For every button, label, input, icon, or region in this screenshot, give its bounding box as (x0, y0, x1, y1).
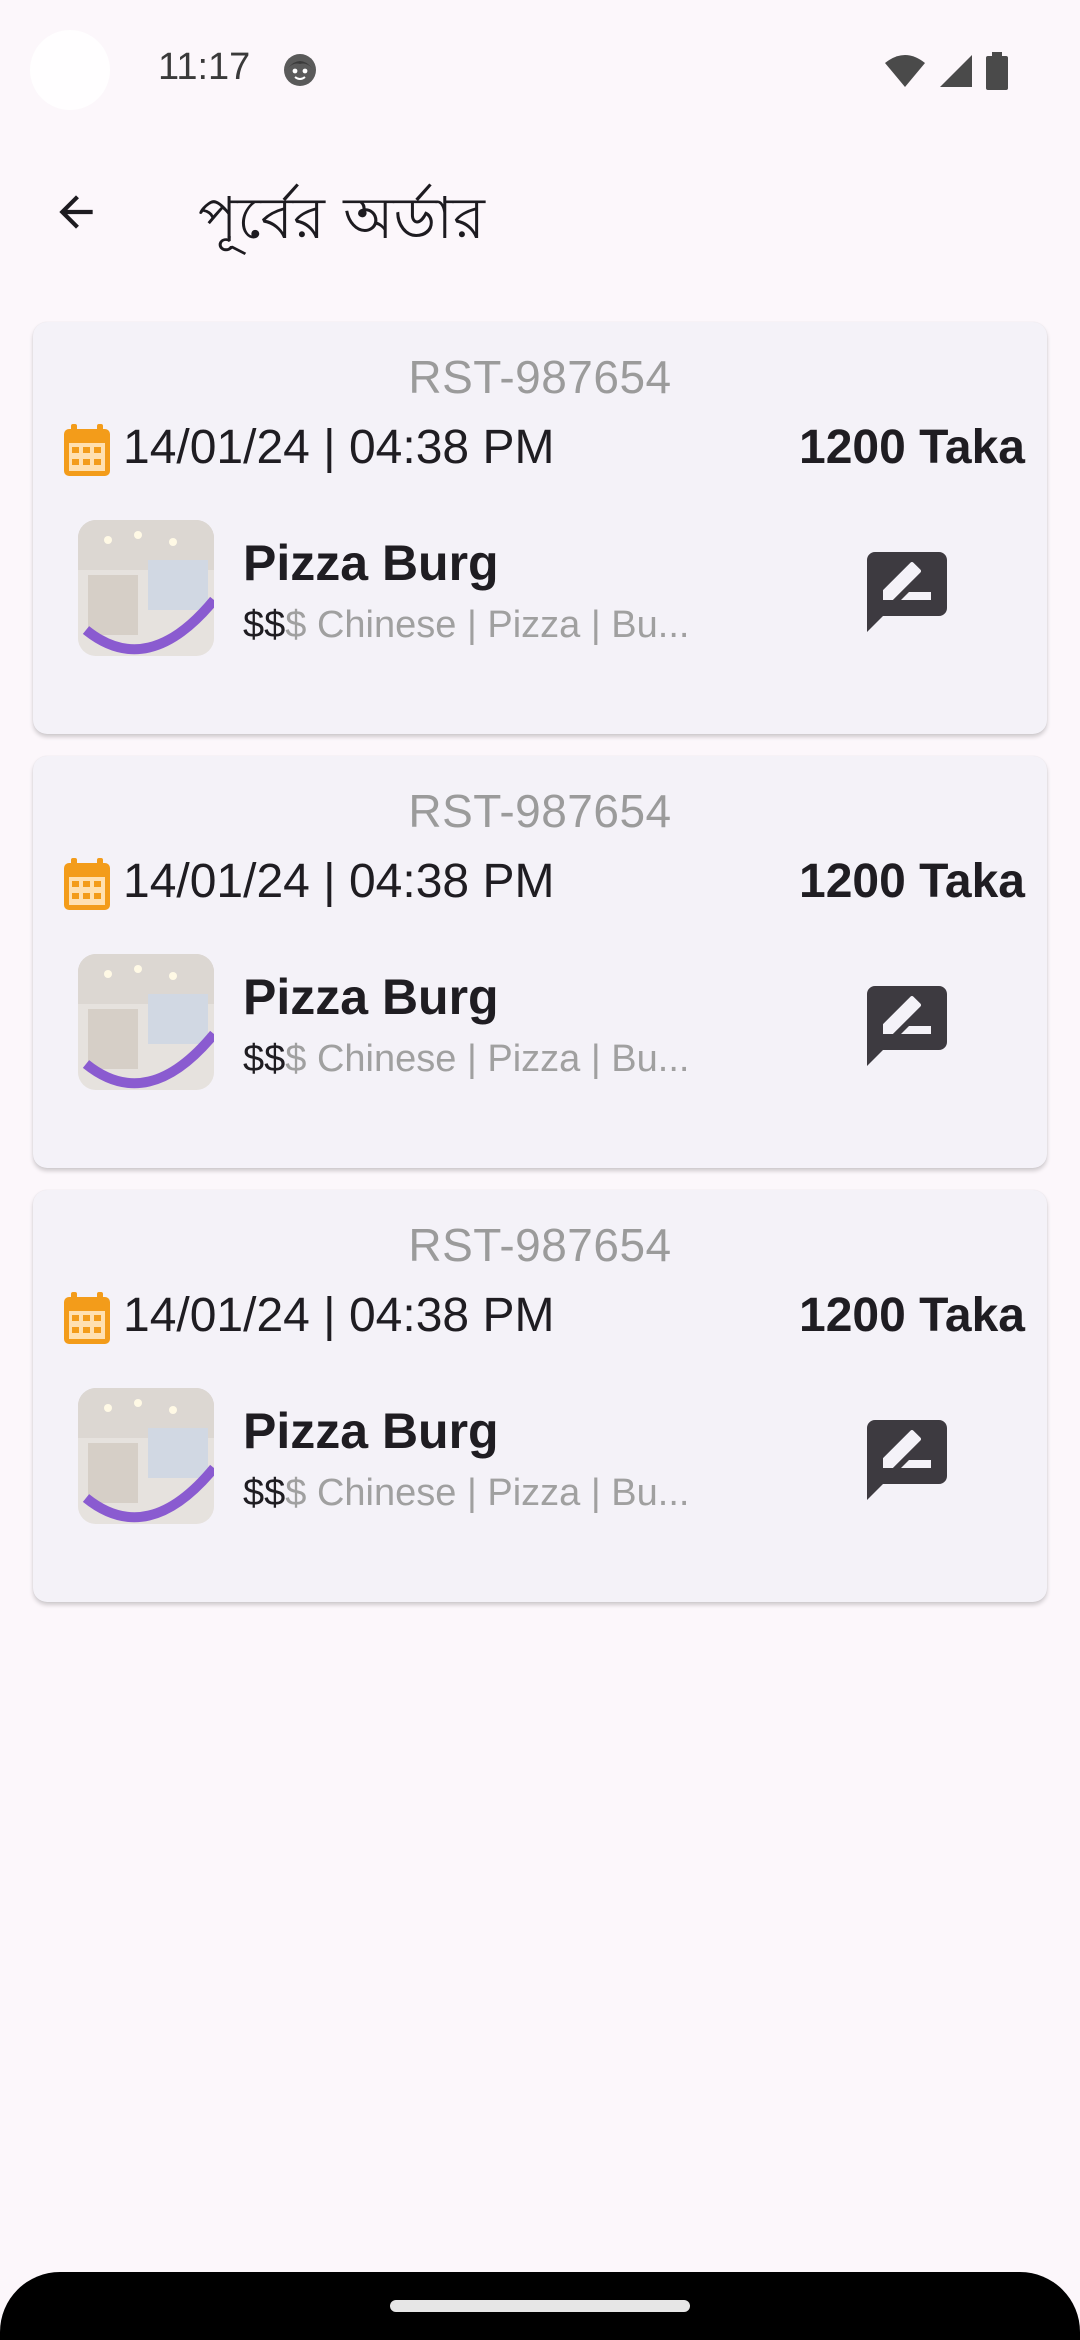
face-icon (284, 54, 316, 86)
battery-icon (986, 52, 1008, 90)
order-total: 1200 Taka (799, 1289, 1025, 1342)
price-level-active: $$ (243, 1038, 286, 1080)
restaurant-cuisines: Chinese | Pizza | Bu... (306, 604, 690, 646)
price-level-active: $$ (243, 1472, 286, 1514)
price-level-inactive: $ (285, 1038, 307, 1080)
restaurant-thumbnail (78, 520, 214, 656)
restaurant-cuisines: Chinese | Pizza | Bu... (306, 1472, 690, 1514)
signal-icon (940, 55, 972, 87)
order-total: 1200 Taka (799, 855, 1025, 908)
home-indicator[interactable] (390, 2300, 690, 2312)
restaurant-meta: $$$ Chinese | Pizza | Bu... (243, 604, 689, 647)
write-review-button[interactable] (857, 542, 957, 642)
app-bar: পূর্বের অর্ডার (0, 140, 1080, 280)
arrow-back-icon (59, 195, 93, 229)
price-level-inactive: $ (285, 604, 307, 646)
order-datetime: 14/01/24 | 04:38 PM (123, 421, 555, 474)
write-review-button[interactable] (857, 1410, 957, 1510)
restaurant-name: Pizza Burg (243, 969, 499, 1025)
status-bar: 11:17 (0, 0, 1080, 140)
calendar-icon (64, 424, 110, 476)
camera-cutout (30, 30, 110, 110)
wifi-icon (885, 55, 925, 87)
rate-review-icon (867, 552, 947, 632)
calendar-icon (64, 858, 110, 910)
rate-review-icon (867, 986, 947, 1066)
calendar-icon (64, 1292, 110, 1344)
restaurant-thumbnail (78, 1388, 214, 1524)
order-datetime: 14/01/24 | 04:38 PM (123, 855, 555, 908)
restaurant-cuisines: Chinese | Pizza | Bu... (306, 1038, 690, 1080)
order-id: RST-987654 (408, 351, 672, 403)
restaurant-name: Pizza Burg (243, 1403, 499, 1459)
price-level-active: $$ (243, 604, 286, 646)
status-icons (884, 52, 1008, 90)
price-level-inactive: $ (285, 1472, 307, 1514)
order-id: RST-987654 (408, 1219, 672, 1271)
order-list: RST-987654 14/01/24 | 04:38 PM 1200 Taka (33, 322, 1047, 1624)
restaurant-thumbnail (78, 954, 214, 1090)
order-id: RST-987654 (408, 785, 672, 837)
restaurant-meta: $$$ Chinese | Pizza | Bu... (243, 1472, 689, 1515)
status-time: 11:17 (158, 46, 251, 88)
order-card[interactable]: RST-987654 14/01/24 | 04:38 PM 1200 Taka (33, 1190, 1047, 1602)
order-total: 1200 Taka (799, 421, 1025, 474)
back-button[interactable] (44, 180, 108, 244)
order-card[interactable]: RST-987654 14/01/24 | 04:38 PM 1200 Taka (33, 756, 1047, 1168)
order-card[interactable]: RST-987654 14/01/24 | 04:38 PM 1200 Taka (33, 322, 1047, 734)
write-review-button[interactable] (857, 976, 957, 1076)
restaurant-name: Pizza Burg (243, 535, 499, 591)
page-title: পূর্বের অর্ডার (198, 184, 485, 252)
order-datetime: 14/01/24 | 04:38 PM (123, 1289, 555, 1342)
rate-review-icon (867, 1420, 947, 1500)
restaurant-meta: $$$ Chinese | Pizza | Bu... (243, 1038, 689, 1081)
